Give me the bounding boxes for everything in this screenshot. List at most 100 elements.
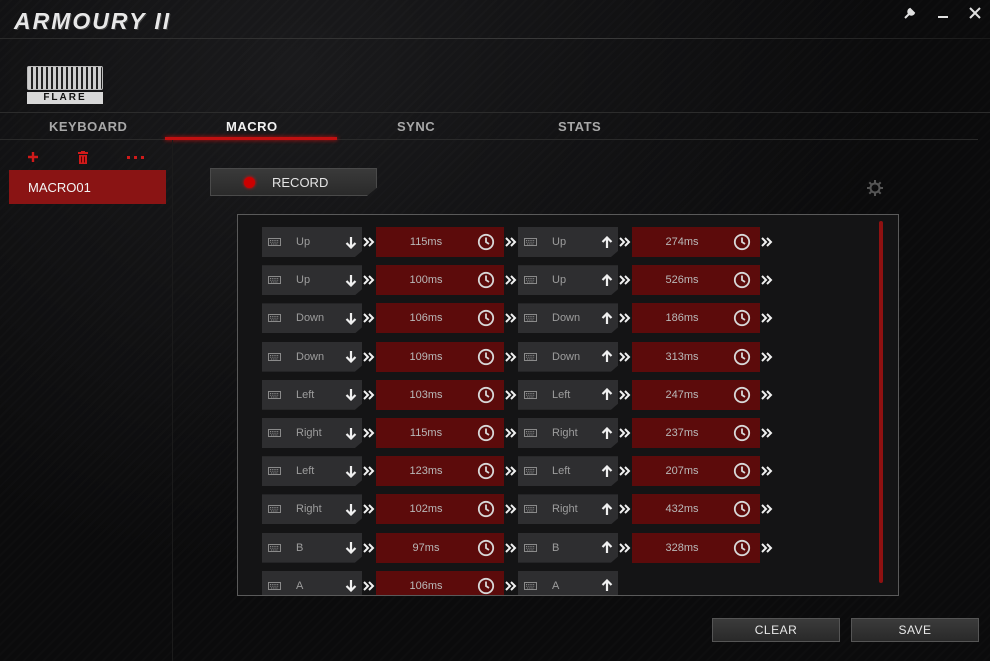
key-down-event[interactable]: Left xyxy=(262,456,362,487)
delay-value: 328ms xyxy=(665,541,699,554)
delay-block[interactable]: 328ms xyxy=(632,532,760,563)
delay-block[interactable]: 106ms xyxy=(376,570,504,595)
keyboard-icon xyxy=(524,390,537,399)
gear-icon[interactable] xyxy=(865,178,885,198)
key-label: Right xyxy=(552,427,578,439)
close-icon[interactable] xyxy=(961,2,989,24)
key-up-event[interactable]: Up xyxy=(518,265,618,296)
key-down-event[interactable]: Right xyxy=(262,418,362,448)
key-label: Down xyxy=(552,312,581,325)
delay-block[interactable]: 115ms xyxy=(376,418,504,448)
key-label: Right xyxy=(296,427,322,439)
clock-icon xyxy=(477,424,495,442)
key-up-event[interactable]: Down xyxy=(518,303,618,334)
tabs-bottom-divider xyxy=(0,139,978,140)
delay-value: 313ms xyxy=(665,350,699,363)
delay-value: 207ms xyxy=(665,465,699,478)
key-up-event[interactable]: Right xyxy=(518,494,618,525)
key-label: Right xyxy=(296,503,322,516)
minimize-icon[interactable] xyxy=(929,2,957,24)
clock-icon xyxy=(733,348,751,365)
clock-icon xyxy=(733,386,751,403)
delay-block[interactable]: 432ms xyxy=(632,494,760,525)
arrow-down-icon xyxy=(345,351,357,364)
double-chevron-icon xyxy=(505,542,517,553)
key-up-event[interactable]: Up xyxy=(518,227,618,257)
delay-block[interactable]: 526ms xyxy=(632,265,760,296)
delete-macro-button[interactable] xyxy=(74,148,92,166)
key-up-event[interactable]: A xyxy=(518,570,618,595)
scrollbar-thumb[interactable] xyxy=(879,221,883,583)
keyboard-icon xyxy=(268,467,281,476)
key-up-event[interactable]: Down xyxy=(518,341,618,372)
delay-block[interactable]: 97ms xyxy=(376,532,504,563)
key-down-event[interactable]: Up xyxy=(262,227,362,257)
double-chevron-icon xyxy=(363,504,375,515)
key-down-event[interactable]: Right xyxy=(262,494,362,525)
key-down-event[interactable]: Left xyxy=(262,379,362,410)
key-down-event[interactable]: B xyxy=(262,532,362,563)
settings-wrench-icon[interactable] xyxy=(896,2,924,24)
delay-block[interactable]: 103ms xyxy=(376,379,504,410)
double-chevron-icon xyxy=(619,275,631,285)
key-label: B xyxy=(552,541,560,554)
key-label: A xyxy=(552,579,560,592)
record-button[interactable]: RECORD xyxy=(210,168,377,196)
tab-macro[interactable]: MACRO xyxy=(226,119,278,139)
double-chevron-icon xyxy=(619,313,631,324)
double-chevron-icon xyxy=(619,466,631,476)
sidebar-divider xyxy=(172,140,173,661)
delay-block[interactable]: 123ms xyxy=(376,456,504,487)
double-chevron-icon xyxy=(619,428,631,438)
key-up-event[interactable]: B xyxy=(518,532,618,563)
key-up-event[interactable]: Left xyxy=(518,456,618,487)
clock-icon xyxy=(733,539,751,556)
key-up-event[interactable]: Right xyxy=(518,418,618,448)
tab-sync[interactable]: SYNC xyxy=(397,119,435,139)
delay-block[interactable]: 237ms xyxy=(632,418,760,448)
delay-block[interactable]: 186ms xyxy=(632,303,760,334)
arrow-up-icon xyxy=(601,311,613,324)
key-label: Left xyxy=(552,388,571,401)
delay-value: 237ms xyxy=(665,427,699,439)
delay-block[interactable]: 274ms xyxy=(632,227,760,257)
delay-block[interactable]: 247ms xyxy=(632,379,760,410)
key-label: Down xyxy=(552,350,581,363)
arrow-up-icon xyxy=(601,426,613,439)
double-chevron-icon xyxy=(761,237,773,247)
double-chevron-icon xyxy=(761,428,773,438)
delay-block[interactable]: 313ms xyxy=(632,341,760,372)
key-down-event[interactable]: A xyxy=(262,570,362,595)
key-label: A xyxy=(296,579,304,592)
delay-block[interactable]: 207ms xyxy=(632,456,760,487)
delay-block[interactable]: 100ms xyxy=(376,265,504,296)
delay-block[interactable]: 109ms xyxy=(376,341,504,372)
double-chevron-icon xyxy=(363,466,375,476)
delay-block[interactable]: 115ms xyxy=(376,227,504,257)
keyboard-icon xyxy=(268,390,281,399)
delay-value: 106ms xyxy=(409,579,443,592)
add-macro-button[interactable] xyxy=(24,148,42,166)
delay-value: 102ms xyxy=(409,503,443,516)
key-label: Up xyxy=(552,274,567,287)
save-button[interactable]: SAVE xyxy=(851,618,979,642)
record-dot-icon xyxy=(244,176,255,188)
clear-button[interactable]: CLEAR xyxy=(712,618,840,642)
arrow-up-icon xyxy=(601,273,613,286)
delay-block[interactable]: 102ms xyxy=(376,494,504,525)
delay-block[interactable]: 106ms xyxy=(376,303,504,334)
tab-stats[interactable]: STATS xyxy=(558,119,601,139)
macro-event-row: Left 103ms Left 247ms xyxy=(262,379,774,410)
macro-list-item[interactable]: MACRO01 xyxy=(9,170,166,204)
key-label: Down xyxy=(296,350,325,363)
key-down-event[interactable]: Up xyxy=(262,265,362,296)
key-down-event[interactable]: Down xyxy=(262,303,362,334)
key-up-event[interactable]: Left xyxy=(518,379,618,410)
more-options-button[interactable] xyxy=(126,148,146,166)
clock-icon xyxy=(477,501,495,518)
key-label: Up xyxy=(296,274,311,287)
arrow-down-icon xyxy=(345,427,357,440)
key-down-event[interactable]: Down xyxy=(262,341,362,372)
tab-keyboard[interactable]: KEYBOARD xyxy=(49,119,127,139)
keyboard-icon xyxy=(268,314,281,323)
